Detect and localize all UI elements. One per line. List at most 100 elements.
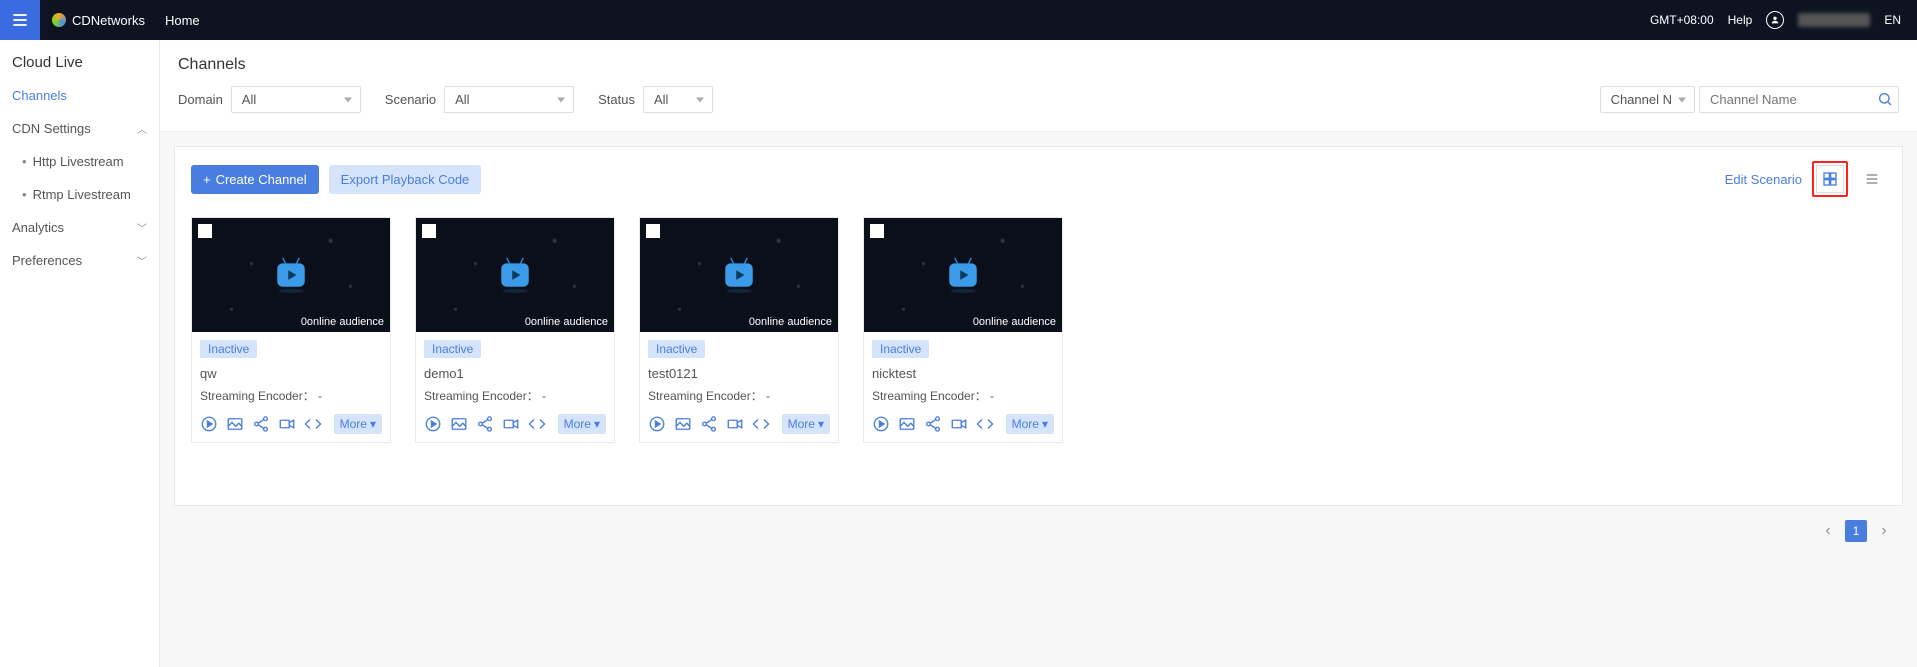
page-prev-button[interactable] bbox=[1817, 520, 1839, 542]
play-tv-icon bbox=[269, 255, 313, 295]
channel-name: test0121 bbox=[648, 366, 830, 381]
edit-scenario-link[interactable]: Edit Scenario bbox=[1725, 172, 1802, 187]
share-icon[interactable] bbox=[700, 415, 718, 433]
language-switch[interactable]: EN bbox=[1884, 13, 1901, 27]
code-icon[interactable] bbox=[528, 415, 546, 433]
select-checkbox[interactable] bbox=[198, 224, 212, 238]
encoder-info: Streaming Encoder： - bbox=[200, 387, 382, 404]
image-icon[interactable] bbox=[226, 415, 244, 433]
code-icon[interactable] bbox=[304, 415, 322, 433]
status-badge: Inactive bbox=[872, 340, 929, 358]
sidebar-item-preferences[interactable]: Preferences ﹀ bbox=[0, 244, 159, 277]
sidebar-title: Cloud Live bbox=[0, 54, 159, 79]
more-button[interactable]: More ▾ bbox=[558, 414, 606, 434]
user-avatar-icon[interactable] bbox=[1766, 11, 1784, 29]
status-badge: Inactive bbox=[200, 340, 257, 358]
channels-panel: + Create Channel Export Playback Code Ed… bbox=[174, 146, 1903, 506]
record-icon[interactable] bbox=[502, 415, 520, 433]
status-badge: Inactive bbox=[648, 340, 705, 358]
status-badge: Inactive bbox=[424, 340, 481, 358]
grid-view-highlight bbox=[1812, 161, 1848, 197]
select-checkbox[interactable] bbox=[646, 224, 660, 238]
channel-name: qw bbox=[200, 366, 382, 381]
channel-card: 0online audience Inactive test0121 Strea… bbox=[639, 217, 839, 443]
sidebar-item-label: Channels bbox=[12, 88, 67, 103]
sidebar-item-cdn-settings[interactable]: CDN Settings ︿ bbox=[0, 112, 159, 145]
play-tv-icon bbox=[941, 255, 985, 295]
help-link[interactable]: Help bbox=[1728, 13, 1753, 27]
card-actions: More ▾ bbox=[640, 404, 838, 442]
code-icon[interactable] bbox=[752, 415, 770, 433]
sidebar: Cloud Live Channels CDN Settings ︿ Http … bbox=[0, 40, 160, 667]
sidebar-item-http-livestream[interactable]: Http Livestream bbox=[0, 145, 159, 178]
image-icon[interactable] bbox=[674, 415, 692, 433]
sidebar-item-analytics[interactable]: Analytics ﹀ bbox=[0, 211, 159, 244]
image-icon[interactable] bbox=[898, 415, 916, 433]
channel-thumbnail[interactable]: 0online audience bbox=[640, 218, 838, 332]
filter-domain-select[interactable]: All bbox=[231, 86, 361, 113]
search-type-select[interactable]: Channel N bbox=[1600, 86, 1695, 113]
image-icon[interactable] bbox=[450, 415, 468, 433]
more-button[interactable]: More ▾ bbox=[1006, 414, 1054, 434]
nav-home[interactable]: Home bbox=[165, 13, 200, 28]
encoder-info: Streaming Encoder： - bbox=[648, 387, 830, 404]
chevron-down-icon: ﹀ bbox=[137, 253, 147, 268]
play-circle-icon[interactable] bbox=[424, 415, 442, 433]
sidebar-item-rtmp-livestream[interactable]: Rtmp Livestream bbox=[0, 178, 159, 211]
main-menu-toggle[interactable] bbox=[0, 0, 40, 40]
top-header: CDNetworks Home GMT+08:00 Help EN bbox=[0, 0, 1917, 40]
share-icon[interactable] bbox=[476, 415, 494, 433]
brand-logo[interactable]: CDNetworks bbox=[52, 13, 145, 28]
chevron-down-icon: ▾ bbox=[370, 417, 376, 431]
chevron-down-icon: ▾ bbox=[818, 417, 824, 431]
filter-scenario-label: Scenario bbox=[385, 92, 436, 107]
export-playback-button[interactable]: Export Playback Code bbox=[329, 165, 482, 194]
cards-grid: 0online audience Inactive qw Streaming E… bbox=[175, 207, 1902, 463]
sidebar-item-channels[interactable]: Channels bbox=[0, 79, 159, 112]
chevron-down-icon: ▾ bbox=[1042, 417, 1048, 431]
more-button[interactable]: More ▾ bbox=[782, 414, 830, 434]
select-checkbox[interactable] bbox=[422, 224, 436, 238]
chevron-down-icon: ﹀ bbox=[137, 220, 147, 235]
page-next-button[interactable] bbox=[1873, 520, 1895, 542]
header-right: GMT+08:00 Help EN bbox=[1650, 11, 1917, 29]
record-icon[interactable] bbox=[278, 415, 296, 433]
record-icon[interactable] bbox=[950, 415, 968, 433]
filter-domain-label: Domain bbox=[178, 92, 223, 107]
play-circle-icon[interactable] bbox=[200, 415, 218, 433]
filter-scenario-select[interactable]: All bbox=[444, 86, 574, 113]
page-number-current[interactable]: 1 bbox=[1845, 520, 1867, 542]
channel-name: demo1 bbox=[424, 366, 606, 381]
grid-view-button[interactable] bbox=[1816, 165, 1844, 193]
play-circle-icon[interactable] bbox=[872, 415, 890, 433]
list-view-button[interactable] bbox=[1858, 165, 1886, 193]
select-checkbox[interactable] bbox=[870, 224, 884, 238]
record-icon[interactable] bbox=[726, 415, 744, 433]
sidebar-item-label: Analytics bbox=[12, 220, 64, 235]
filter-bar: Domain All Scenario All Status All Chann… bbox=[160, 86, 1917, 132]
more-button[interactable]: More ▾ bbox=[334, 414, 382, 434]
create-channel-button[interactable]: + Create Channel bbox=[191, 165, 319, 194]
play-circle-icon[interactable] bbox=[648, 415, 666, 433]
channel-card: 0online audience Inactive qw Streaming E… bbox=[191, 217, 391, 443]
search-input[interactable] bbox=[1699, 86, 1899, 113]
filter-status-label: Status bbox=[598, 92, 635, 107]
audience-label: 0online audience bbox=[749, 316, 832, 328]
share-icon[interactable] bbox=[252, 415, 270, 433]
share-icon[interactable] bbox=[924, 415, 942, 433]
channel-thumbnail[interactable]: 0online audience bbox=[416, 218, 614, 332]
timezone-label[interactable]: GMT+08:00 bbox=[1650, 13, 1714, 27]
chevron-up-icon: ︿ bbox=[137, 121, 147, 136]
channel-card: 0online audience Inactive demo1 Streamin… bbox=[415, 217, 615, 443]
channel-card: 0online audience Inactive nicktest Strea… bbox=[863, 217, 1063, 443]
search-button[interactable] bbox=[1875, 89, 1895, 109]
code-icon[interactable] bbox=[976, 415, 994, 433]
channel-name: nicktest bbox=[872, 366, 1054, 381]
audience-label: 0online audience bbox=[525, 316, 608, 328]
channel-thumbnail[interactable]: 0online audience bbox=[192, 218, 390, 332]
sidebar-item-label: CDN Settings bbox=[12, 121, 91, 136]
audience-label: 0online audience bbox=[973, 316, 1056, 328]
encoder-info: Streaming Encoder： - bbox=[872, 387, 1054, 404]
channel-thumbnail[interactable]: 0online audience bbox=[864, 218, 1062, 332]
filter-status-select[interactable]: All bbox=[643, 86, 713, 113]
